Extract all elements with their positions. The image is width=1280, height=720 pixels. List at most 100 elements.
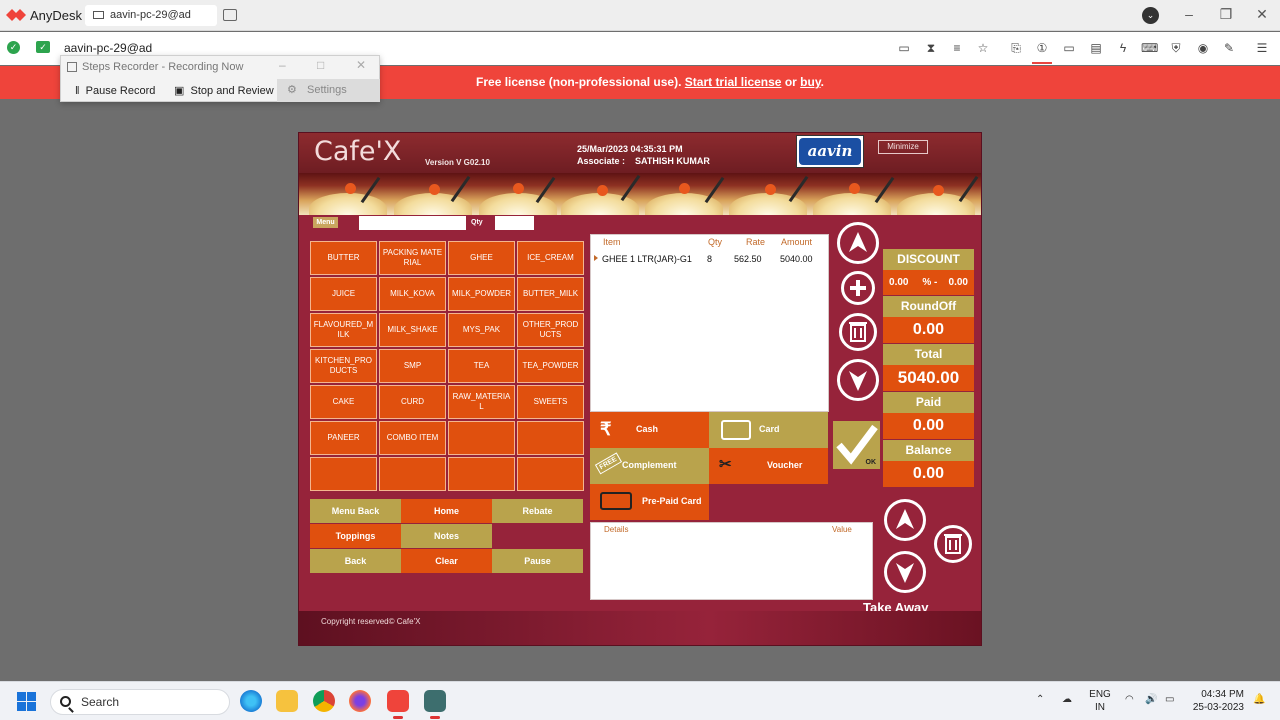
complement-payment-button[interactable]: FREE Complement [590, 448, 709, 484]
add-item-button[interactable] [841, 271, 875, 305]
category-button[interactable]: FLAVOURED_MILK [310, 313, 377, 347]
card-payment-button[interactable]: Card [709, 412, 828, 448]
category-button[interactable]: GHEE [448, 241, 515, 275]
storage-icon[interactable]: ≡ [949, 40, 965, 56]
pause-record-button[interactable]: ‖ Pause Record [75, 82, 155, 101]
window-restore-button[interactable]: ❐ [1216, 6, 1236, 23]
input-language-indicator[interactable]: ENG IN [1086, 688, 1114, 714]
start-trial-link[interactable]: Start trial license [685, 75, 782, 89]
category-button[interactable]: TEA_POWDER [517, 349, 584, 383]
toppings-button[interactable]: Toppings [310, 524, 401, 548]
prepaid-card-button[interactable]: Pre-Paid Card [590, 484, 709, 520]
display-icon[interactable]: ▭ [1061, 40, 1077, 56]
menu-back-button[interactable]: Menu Back [310, 499, 401, 523]
steps-minimize-button[interactable]: – [279, 58, 286, 72]
chat-icon[interactable]: ▭ [896, 40, 912, 56]
category-button[interactable]: PANEER [310, 421, 377, 455]
discount-value[interactable]: 0.00 % - 0.00 [883, 270, 974, 295]
edge-browser-icon[interactable] [240, 690, 262, 712]
item-scroll-down-button[interactable] [837, 359, 879, 401]
category-button-empty[interactable] [448, 457, 515, 491]
message-icon[interactable]: ▤ [1088, 40, 1104, 56]
category-button[interactable]: TEA [448, 349, 515, 383]
window-close-button[interactable]: ✕ [1252, 6, 1272, 23]
pause-button[interactable]: Pause [492, 549, 583, 573]
taskbar-search-box[interactable]: Search [50, 689, 230, 715]
keyboard-icon[interactable]: ⌨ [1141, 40, 1158, 56]
record-icon[interactable]: ◉ [1195, 40, 1211, 56]
category-button-empty[interactable] [379, 457, 446, 491]
category-button-empty[interactable] [517, 457, 584, 491]
details-scroll-down-button[interactable] [884, 551, 926, 593]
battery-icon[interactable]: ▭ [1165, 694, 1174, 705]
hourglass-icon[interactable]: ⧗ [923, 40, 939, 56]
cloud-sync-icon[interactable]: ☁ [1062, 694, 1072, 705]
category-button[interactable]: SWEETS [517, 385, 584, 419]
category-button[interactable]: KITCHEN_PRODUCTS [310, 349, 377, 383]
category-button[interactable]: MYS_PAK [448, 313, 515, 347]
category-button-empty[interactable] [310, 457, 377, 491]
verified-icon[interactable]: ✓ [36, 41, 50, 53]
details-scroll-up-button[interactable] [884, 499, 926, 541]
wifi-icon[interactable]: ◠ [1125, 694, 1134, 705]
item-scroll-up-button[interactable] [837, 222, 879, 264]
notification-bell-icon[interactable]: 🔔 [1253, 694, 1265, 705]
details-delete-button[interactable] [934, 525, 972, 563]
firefox-browser-icon[interactable] [349, 690, 371, 712]
category-button-empty[interactable] [517, 421, 584, 455]
category-button[interactable]: SMP [379, 349, 446, 383]
permissions-icon[interactable]: ⛨ [1168, 40, 1184, 56]
actions-icon[interactable]: ϟ [1115, 40, 1131, 56]
category-button[interactable]: MILK_KOVA [379, 277, 446, 311]
volume-icon[interactable]: 🔊 [1145, 694, 1157, 705]
steps-recorder-taskbar-icon[interactable] [424, 690, 446, 719]
app-minimize-button[interactable]: Minimize [878, 140, 928, 154]
category-button[interactable]: ICE_CREAM [517, 241, 584, 275]
home-button[interactable]: Home [401, 499, 492, 523]
notes-button[interactable]: Notes [401, 524, 492, 548]
category-button[interactable]: BUTTER_MILK [517, 277, 584, 311]
hamburger-menu-icon[interactable]: ☰ [1254, 40, 1270, 56]
ok-confirm-button[interactable]: OK [833, 421, 880, 469]
file-transfer-icon[interactable]: ⎘ [1008, 40, 1024, 56]
windows-start-icon[interactable] [17, 692, 36, 711]
delete-item-button[interactable] [839, 313, 877, 351]
category-button[interactable]: CAKE [310, 385, 377, 419]
category-button[interactable]: PACKING MATERIAL [379, 241, 446, 275]
order-items-table[interactable]: Item Qty Rate Amount GHEE 1 LTR(JAR)-G1 … [590, 234, 829, 412]
table-row[interactable]: GHEE 1 LTR(JAR)-G1 8 562.50 5040.00 [591, 252, 830, 266]
session-tab[interactable]: aavin-pc-29@ad [85, 5, 217, 26]
clear-button[interactable]: Clear [401, 549, 492, 573]
chevron-down-icon[interactable]: ⌄ [1142, 7, 1159, 24]
chrome-browser-icon[interactable] [313, 690, 335, 712]
steps-close-button[interactable]: ✕ [356, 58, 366, 72]
stop-and-review-button[interactable]: ▣ Stop and Review [174, 82, 274, 101]
back-button[interactable]: Back [310, 549, 401, 573]
category-button[interactable]: RAW_MATERIAL [448, 385, 515, 419]
steps-maximize-button[interactable]: □ [317, 58, 324, 72]
category-button[interactable]: COMBO ITEM [379, 421, 446, 455]
system-clock[interactable]: 04:34 PM 25-03-2023 [1192, 688, 1244, 714]
favorite-icon[interactable]: ☆ [975, 40, 991, 56]
qty-input[interactable] [495, 216, 534, 230]
new-tab-icon[interactable] [223, 9, 237, 21]
rebate-button[interactable]: Rebate [492, 499, 583, 523]
category-button[interactable]: MILK_POWDER [448, 277, 515, 311]
anydesk-taskbar-icon[interactable] [387, 690, 409, 719]
details-table[interactable]: Details Value [590, 522, 873, 600]
category-button[interactable]: CURD [379, 385, 446, 419]
window-minimize-button[interactable]: – [1179, 6, 1199, 22]
category-button[interactable]: BUTTER [310, 241, 377, 275]
buy-link[interactable]: buy [800, 75, 820, 89]
category-button-empty[interactable] [448, 421, 515, 455]
category-button[interactable]: JUICE [310, 277, 377, 311]
show-hidden-icons-chevron-icon[interactable]: ⌃ [1036, 694, 1044, 705]
category-button[interactable]: OTHER_PRODUCTS [517, 313, 584, 347]
file-explorer-icon[interactable] [276, 690, 298, 712]
pen-icon[interactable]: ✎ [1221, 40, 1237, 56]
voucher-payment-button[interactable]: ✂ Voucher [709, 448, 828, 484]
monitor-select-icon[interactable]: ① [1034, 40, 1050, 56]
cash-payment-button[interactable]: ₹ Cash [590, 412, 709, 448]
settings-button[interactable]: ⚙ Settings [277, 79, 380, 102]
category-button[interactable]: MILK_SHAKE [379, 313, 446, 347]
